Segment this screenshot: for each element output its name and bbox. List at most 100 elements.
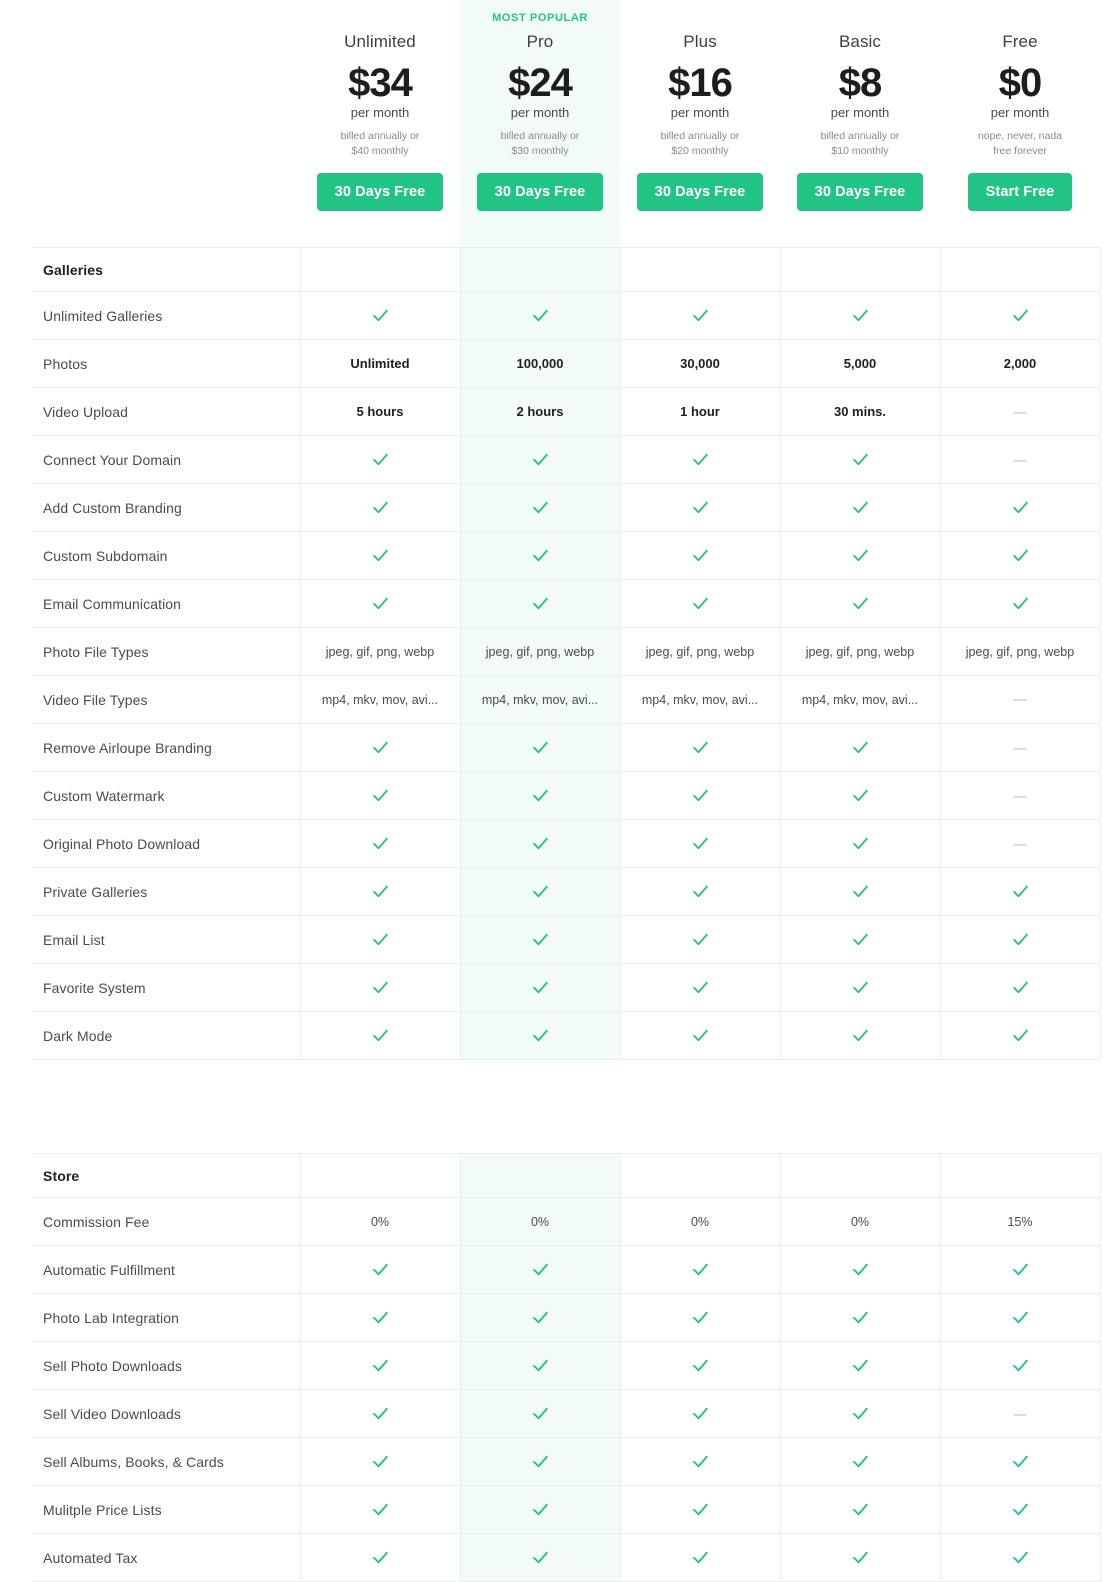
check-icon: [851, 1260, 870, 1279]
check-icon: [691, 1026, 710, 1045]
plan-billing-period: per month: [670, 105, 730, 120]
table-row: Photo Lab Integration: [32, 1293, 1101, 1342]
feature-value-check: [939, 1485, 1101, 1534]
check-icon: [371, 1452, 390, 1471]
plan-name: Basic: [838, 32, 882, 51]
check-icon: [371, 930, 390, 949]
feature-value: mp4, mkv, mov, avi...: [619, 675, 780, 724]
feature-value-check: [459, 291, 620, 340]
feature-value-check: [779, 1485, 940, 1534]
check-icon: [531, 1500, 550, 1519]
feature-value-check: [619, 435, 780, 484]
feature-value-check: [299, 963, 460, 1012]
table-row: Remove Airloupe Branding: [32, 723, 1101, 772]
dash-icon: [1013, 747, 1027, 750]
feature-label: Sell Albums, Books, & Cards: [32, 1437, 300, 1486]
plan-name: Unlimited: [344, 32, 416, 51]
section-title: Store: [32, 1153, 300, 1198]
plan-name: Free: [1002, 32, 1038, 51]
feature-value-text: 5 hours: [356, 404, 404, 419]
plan-billing-note-line2: free forever: [993, 145, 1047, 158]
plan-cta-button-pro[interactable]: 30 Days Free: [476, 173, 604, 212]
check-icon: [851, 450, 870, 469]
plan-cta-button-plus[interactable]: 30 Days Free: [636, 173, 764, 212]
check-icon: [1011, 882, 1030, 901]
plan-cta-button-free[interactable]: Start Free: [967, 173, 1073, 212]
feature-value-check: [459, 531, 620, 580]
feature-value-check: [619, 1389, 780, 1438]
feature-value-check: [619, 483, 780, 532]
feature-value: 0%: [619, 1197, 780, 1246]
check-icon: [371, 450, 390, 469]
plan-billing-period: per month: [510, 105, 570, 120]
table-row: Email Communication: [32, 579, 1101, 628]
feature-value-check: [459, 1293, 620, 1342]
plan-billing-note-line2: $40 monthly: [351, 145, 409, 158]
check-icon: [851, 306, 870, 325]
feature-value-check: [619, 1293, 780, 1342]
feature-value: 1 hour: [619, 387, 780, 436]
plan-billing-note-line1: billed annually or: [660, 130, 740, 142]
check-icon: [531, 882, 550, 901]
section-title-spacer-cell: [619, 1153, 780, 1198]
feature-value-text: 2,000: [1003, 356, 1037, 371]
section-title-spacer-cell: [459, 1153, 620, 1198]
section-title-row: Galleries: [32, 247, 1101, 292]
feature-value-text: 2 hours: [516, 404, 564, 419]
feature-value: jpeg, gif, png, webp: [779, 627, 940, 676]
feature-value-check: [939, 1245, 1101, 1294]
check-icon: [851, 738, 870, 757]
check-icon: [1011, 1308, 1030, 1327]
feature-value: 2 hours: [459, 387, 620, 436]
feature-label: Automated Tax: [32, 1533, 300, 1582]
check-icon: [531, 546, 550, 565]
plan-cta-button-unlimited[interactable]: 30 Days Free: [316, 173, 444, 212]
check-icon: [851, 786, 870, 805]
table-row: Email List: [32, 915, 1101, 964]
feature-value-none: [939, 387, 1101, 436]
feature-value-text: mp4, mkv, mov, avi...: [641, 692, 759, 707]
check-icon: [1011, 1026, 1030, 1045]
feature-value-check: [459, 819, 620, 868]
feature-value-check: [299, 531, 460, 580]
plan-card-unlimited: Unlimited $34 per month billed annually or $…: [300, 0, 460, 247]
feature-value-check: [939, 291, 1101, 340]
plan-cta-button-basic[interactable]: 30 Days Free: [796, 173, 924, 212]
check-icon: [851, 978, 870, 997]
feature-value-text: mp4, mkv, mov, avi...: [321, 692, 439, 707]
feature-value-check: [299, 291, 460, 340]
feature-label: Sell Video Downloads: [32, 1389, 300, 1438]
check-icon: [691, 1260, 710, 1279]
feature-value-check: [619, 819, 780, 868]
check-icon: [531, 1356, 550, 1375]
check-icon: [371, 1548, 390, 1567]
feature-value-check: [779, 915, 940, 964]
section-title-spacer-cell: [299, 247, 460, 292]
feature-value-check: [779, 723, 940, 772]
feature-value-check: [299, 1293, 460, 1342]
section-gap: [32, 1059, 1100, 1154]
check-icon: [371, 834, 390, 853]
feature-value-check: [299, 1341, 460, 1390]
feature-value-check: [619, 867, 780, 916]
check-icon: [371, 498, 390, 517]
plan-billing-note-line2: $30 monthly: [511, 145, 569, 158]
section-title-spacer-cell: [779, 247, 940, 292]
table-row: Photos Unlimited 100,000 30,000 5,000 2,000: [32, 339, 1101, 388]
feature-value-text: 1 hour: [680, 404, 720, 419]
check-icon: [371, 306, 390, 325]
feature-value-none: [939, 675, 1101, 724]
feature-label: Sell Photo Downloads: [32, 1341, 300, 1390]
table-row: Video Upload 5 hours 2 hours 1 hour 30 mins.: [32, 387, 1101, 436]
check-icon: [1011, 1452, 1030, 1471]
feature-value-text: jpeg, gif, png, webp: [965, 644, 1075, 659]
check-icon: [531, 1452, 550, 1471]
table-row: Automated Tax: [32, 1533, 1101, 1582]
feature-value: Unlimited: [299, 339, 460, 388]
feature-value-text: mp4, mkv, mov, avi...: [481, 692, 599, 707]
feature-value-check: [619, 531, 780, 580]
check-icon: [371, 594, 390, 613]
feature-value-check: [299, 1245, 460, 1294]
feature-value-check: [779, 483, 940, 532]
feature-value-check: [299, 1389, 460, 1438]
